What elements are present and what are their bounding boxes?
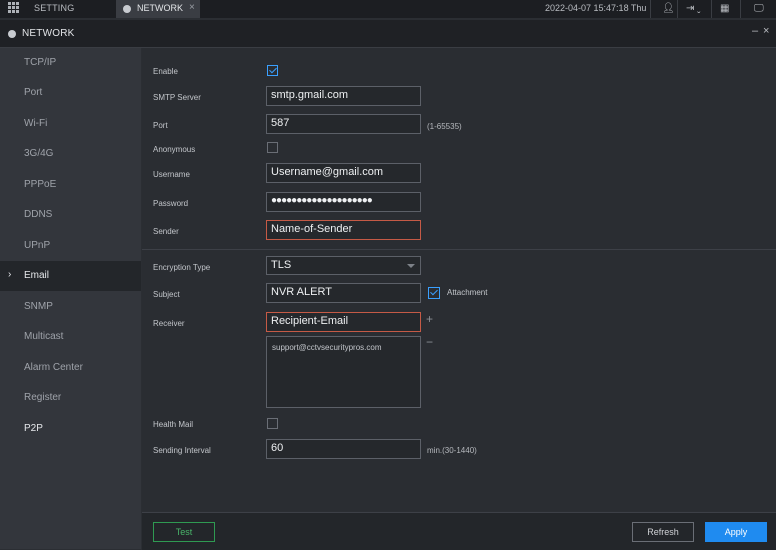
sidebar-item-ddns[interactable]: DDNS	[0, 200, 141, 230]
sidebar-item-label: Alarm Center	[24, 362, 83, 373]
encryption-type-value: TLS	[271, 259, 292, 271]
sending-interval-label: Sending Interval	[153, 446, 211, 455]
bottom-bar: Test Refresh Apply	[142, 512, 776, 550]
apply-button[interactable]: Apply	[705, 522, 767, 542]
sidebar-item-wifi[interactable]: Wi-Fi	[0, 109, 141, 139]
email-settings-panel: Enable SMTP Server smtp.gmail.com Port 5…	[142, 48, 776, 511]
top-bar: SETTING NETWORK × 2022-04-07 15:47:18 Th…	[0, 0, 776, 18]
receiver-label: Receiver	[153, 319, 185, 328]
sidebar-item-tcpip[interactable]: TCP/IP	[0, 48, 141, 78]
anonymous-label: Anonymous	[153, 145, 196, 154]
tab-network-label: NETWORK	[137, 3, 183, 13]
sidebar-item-label: PPPoE	[24, 179, 57, 190]
username-label: Username	[153, 170, 190, 179]
tab-close-icon[interactable]: ×	[189, 2, 195, 13]
sender-input[interactable]: Name-of-Sender	[266, 220, 421, 240]
close-icon[interactable]: ×	[763, 25, 769, 37]
sidebar-item-label: TCP/IP	[24, 57, 57, 68]
network-icon	[123, 5, 131, 13]
grid-menu-icon[interactable]	[8, 2, 20, 14]
sidebar-item-label: Port	[24, 87, 43, 98]
password-label: Password	[153, 199, 189, 208]
sending-interval-input[interactable]: 60	[266, 439, 421, 459]
sidebar-item-3g4g[interactable]: 3G/4G	[0, 139, 141, 169]
sidebar-item-label: Register	[24, 392, 62, 403]
attachment-label: Attachment	[447, 288, 488, 297]
network-icon	[8, 30, 16, 38]
divider	[740, 0, 741, 18]
health-mail-label: Health Mail	[153, 420, 194, 429]
divider	[711, 0, 712, 18]
encryption-type-select[interactable]: TLS	[266, 256, 421, 275]
logout-icon[interactable]: ⇥ ˬ	[686, 3, 701, 14]
sidebar-item-label: Email	[24, 270, 50, 281]
sidebar-item-snmp[interactable]: SNMP	[0, 292, 141, 322]
sidebar-item-label: SNMP	[24, 301, 53, 312]
attachment-checkbox[interactable]	[428, 287, 440, 299]
sidebar-item-multicast[interactable]: Multicast	[0, 322, 141, 352]
port-range-hint: (1-65535)	[427, 122, 462, 131]
title-bar: NETWORK – ×	[0, 20, 776, 48]
receiver-list[interactable]: support@cctvsecuritypros.com	[266, 336, 421, 408]
remove-receiver-button[interactable]: −	[426, 335, 433, 349]
sending-interval-hint: min.(30-1440)	[427, 446, 477, 455]
chevron-right-icon: ›	[8, 269, 12, 280]
divider	[677, 0, 678, 18]
tab-network[interactable]: NETWORK ×	[116, 0, 200, 18]
anonymous-checkbox[interactable]	[267, 142, 278, 153]
health-mail-checkbox[interactable]	[267, 418, 278, 429]
sidebar-item-label: Wi-Fi	[24, 118, 48, 129]
receiver-input[interactable]: Recipient-Email	[266, 312, 421, 332]
section-divider	[142, 249, 776, 250]
user-icon[interactable]: 👤︎	[662, 3, 675, 14]
test-button[interactable]: Test	[153, 522, 215, 542]
list-item[interactable]: support@cctvsecuritypros.com	[272, 343, 415, 352]
sidebar-item-label: P2P	[24, 423, 43, 434]
sidebar-item-alarm-center[interactable]: Alarm Center	[0, 353, 141, 383]
sidebar: TCP/IP Port Wi-Fi 3G/4G PPPoE DDNS UPnP …	[0, 48, 141, 549]
refresh-button[interactable]: Refresh	[632, 522, 694, 542]
sidebar-item-p2p[interactable]: P2P	[0, 414, 141, 444]
sidebar-item-port[interactable]: Port	[0, 78, 141, 108]
divider	[650, 0, 651, 18]
monitor-icon[interactable]: 🖵︎	[754, 3, 764, 14]
encryption-type-label: Encryption Type	[153, 263, 211, 272]
sidebar-item-email[interactable]: › Email	[0, 261, 141, 291]
subject-input[interactable]: NVR ALERT	[266, 283, 421, 303]
sidebar-item-upnp[interactable]: UPnP	[0, 231, 141, 261]
password-input[interactable]: ●●●●●●●●●●●●●●●●●●●●	[266, 192, 421, 212]
setting-tab[interactable]: SETTING	[34, 3, 74, 13]
sidebar-item-label: UPnP	[24, 240, 51, 251]
username-input[interactable]: Username@gmail.com	[266, 163, 421, 183]
add-receiver-button[interactable]: +	[426, 312, 433, 326]
smtp-server-input[interactable]: smtp.gmail.com	[266, 86, 421, 106]
smtp-server-label: SMTP Server	[153, 93, 201, 102]
datetime: 2022-04-07 15:47:18 Thu	[545, 3, 647, 13]
sidebar-item-pppoe[interactable]: PPPoE	[0, 170, 141, 200]
port-input[interactable]: 587	[266, 114, 421, 134]
sidebar-item-label: Multicast	[24, 331, 64, 342]
qr-icon[interactable]: ▦	[720, 3, 729, 14]
sender-label: Sender	[153, 227, 179, 236]
sidebar-item-label: DDNS	[24, 209, 53, 220]
chevron-down-icon	[407, 264, 415, 268]
sidebar-item-label: 3G/4G	[24, 148, 54, 159]
enable-label: Enable	[153, 67, 178, 76]
minimize-icon[interactable]: –	[752, 25, 758, 37]
enable-checkbox[interactable]	[267, 65, 278, 76]
port-label: Port	[153, 121, 168, 130]
page-title: NETWORK	[22, 28, 75, 39]
subject-label: Subject	[153, 290, 180, 299]
sidebar-item-register[interactable]: Register	[0, 383, 141, 413]
